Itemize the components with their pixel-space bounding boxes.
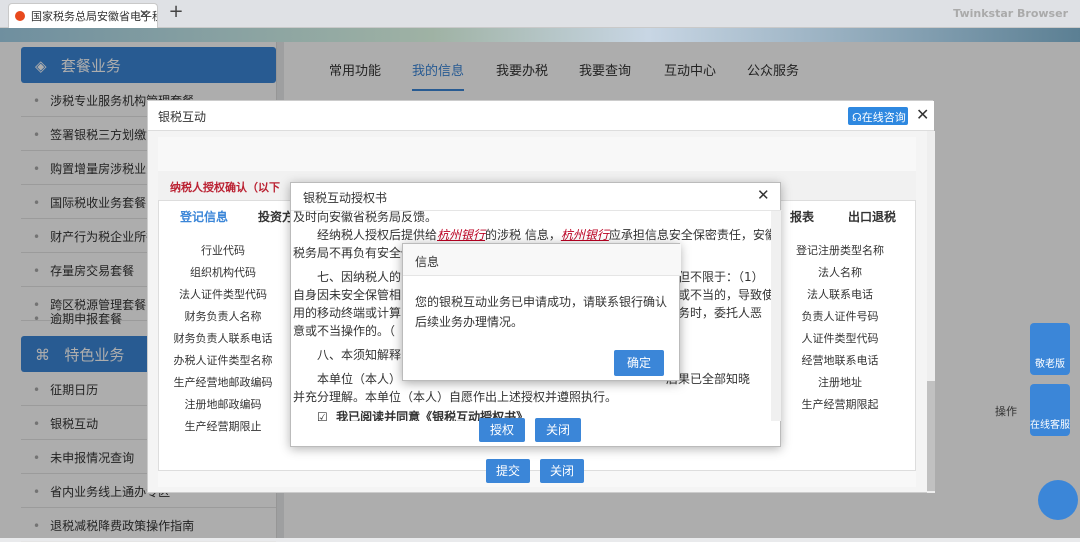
field-label: 生产经营期限止 <box>184 420 262 433</box>
info-message: 您的银税互动业务已申请成功，请联系银行确认后续业务办理情况。 <box>415 295 668 329</box>
terms-line: 经纳税人授权后提供给杭州银行的涉税 信息，杭州银行应承担信息安全保密责任，安徽省 <box>317 225 771 245</box>
field-label: 负责人证件号码 <box>801 310 879 323</box>
field-label: 法人名称 <box>818 266 862 279</box>
field-label: 人证件类型代码 <box>801 332 879 345</box>
info-dialog: 信息 您的银税互动业务已申请成功，请联系银行确认后续业务办理情况。 确定 <box>402 243 681 381</box>
dialog-header: 银税互动 <box>148 101 934 131</box>
dialog-header: 银税互动授权书 <box>291 183 782 211</box>
field-label: 注册地址 <box>818 376 862 389</box>
browser-tab[interactable]: 国家税务总局安徽省电子税务局 ✕ <box>8 3 158 28</box>
field-label: 登记注册类型名称 <box>796 244 884 257</box>
headset-icon: ☊ <box>852 111 862 124</box>
close-icon[interactable]: ✕ <box>916 105 929 124</box>
tab-registration[interactable]: 登记信息 <box>180 208 228 225</box>
field-label: 财务负责人联系电话 <box>173 332 273 345</box>
dialog-header: 信息 <box>403 244 681 276</box>
terms-line: 业务时，委托人恶 <box>666 306 763 320</box>
new-tab-icon[interactable]: + <box>165 2 187 24</box>
site-banner <box>0 28 1080 42</box>
dialog-title: 银税互动 <box>158 110 207 124</box>
field-label: 组织机构代码 <box>190 266 256 279</box>
scrollbar[interactable] <box>771 211 781 421</box>
scrollbar-thumb[interactable] <box>927 381 935 491</box>
confirm-button[interactable]: 确定 <box>614 350 664 376</box>
terms-line: 并充分理解。本单位（本人）自愿作出上述授权并遵照执行。 <box>293 390 618 404</box>
online-consult-label: 在线咨询 <box>861 111 906 124</box>
terms-text: 经纳税人授权后提供给 <box>317 228 438 242</box>
terms-line: 后果已全部知晓 <box>666 372 751 386</box>
online-service-label: 在线客服 <box>1030 420 1070 431</box>
tab-reports[interactable]: 报表 <box>790 208 814 225</box>
tab-export-rebate[interactable]: 出口退税 <box>848 208 896 225</box>
operation-label: 操作 <box>995 405 1017 418</box>
field-label: 行业代码 <box>201 244 245 257</box>
terms-line: 括但不限于：（1） <box>666 270 764 284</box>
field-label: 生产经营地邮政编码 <box>173 376 273 389</box>
close-tab-icon[interactable]: ✕ <box>139 7 149 21</box>
field-label: 生产经营期限起 <box>801 398 879 411</box>
close-button[interactable]: 关闭 <box>535 418 581 442</box>
online-consult-button[interactable]: ☊在线咨询 <box>848 107 908 125</box>
field-label: 法人证件类型代码 <box>179 288 267 301</box>
submit-button[interactable]: 提交 <box>486 459 530 483</box>
terms-text: 的涉税 信息， <box>485 228 561 242</box>
browser-tab-bar: 国家税务总局安徽省电子税务局 ✕ + Twinkstar Browser <box>0 0 1080 28</box>
online-service-button[interactable]: 在线客服 <box>1030 384 1070 436</box>
site-favicon-icon <box>15 11 25 21</box>
field-label: 财务负责人名称 <box>184 310 262 323</box>
field-label: 法人联系电话 <box>807 288 873 301</box>
browser-brand: Twinkstar Browser <box>953 7 1068 20</box>
close-button[interactable]: 关闭 <box>540 459 584 483</box>
mascot-icon[interactable] <box>1038 480 1078 520</box>
close-icon[interactable]: ✕ <box>757 186 770 204</box>
bank-name: 杭州银行 <box>560 228 609 242</box>
field-label: 注册地邮政编码 <box>184 398 262 411</box>
dialog-title: 银税互动授权书 <box>303 191 388 205</box>
authorize-button[interactable]: 授权 <box>479 418 525 442</box>
terms-text: 应承担信息安全保密责任，安徽省 <box>608 228 771 242</box>
elder-mode-button[interactable]: 敬老版 <box>1030 323 1070 375</box>
terms-line: 当或不当的，导致使 <box>666 288 771 302</box>
field-label: 办税人证件类型名称 <box>173 354 273 367</box>
elder-mode-label: 敬老版 <box>1035 359 1065 370</box>
dialog-title: 信息 <box>415 255 440 269</box>
bank-name: 杭州银行 <box>437 228 486 242</box>
field-label: 经营地联系电话 <box>801 354 879 367</box>
tab-investor[interactable]: 投资方 <box>258 208 294 225</box>
